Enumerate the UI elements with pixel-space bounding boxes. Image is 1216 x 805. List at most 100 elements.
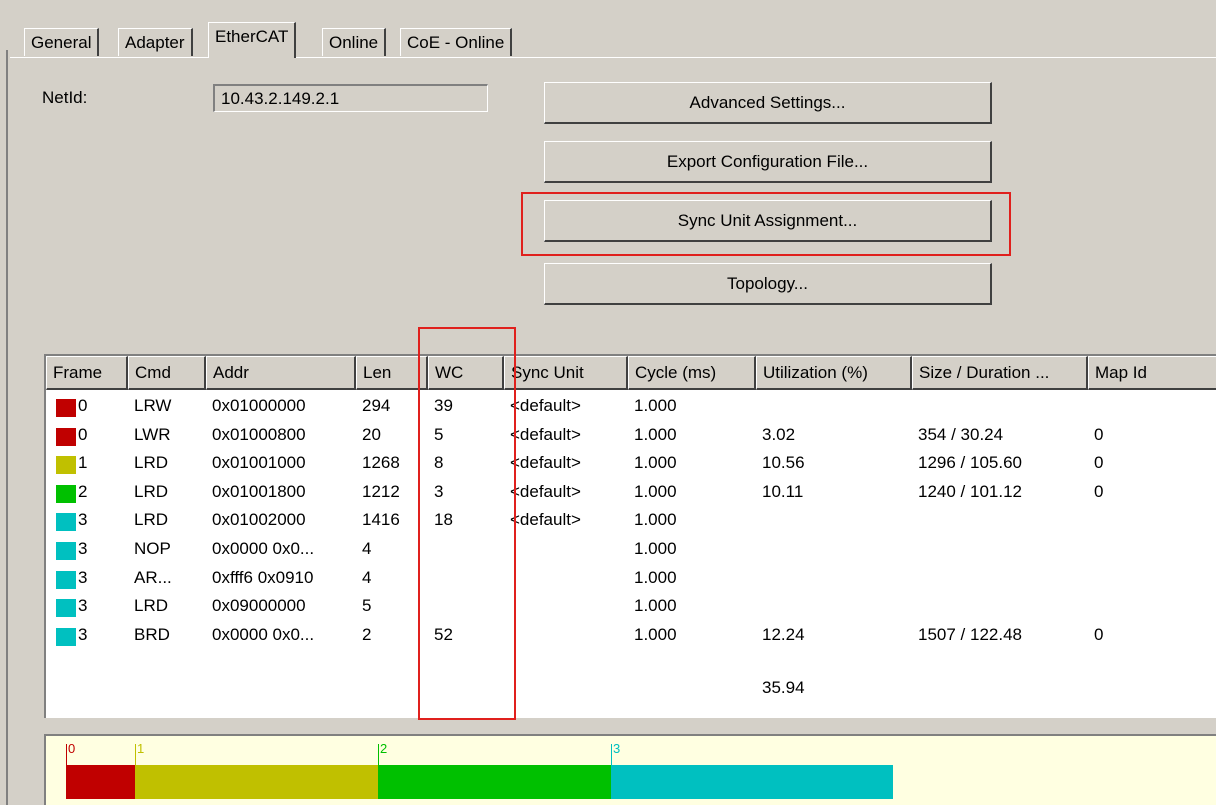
export-configuration-button[interactable]: Export Configuration File... bbox=[544, 141, 992, 183]
column-header-cycle[interactable]: Cycle (ms) bbox=[628, 356, 756, 390]
cell-cmd: LWR bbox=[134, 424, 171, 444]
cell-frame: 0 bbox=[46, 421, 128, 449]
cell-len: 4 bbox=[362, 539, 372, 558]
cell-frame: 0 bbox=[46, 392, 128, 420]
cell-utilization: 3.02 bbox=[762, 424, 796, 444]
column-header-wc[interactable]: WC bbox=[428, 356, 504, 390]
cell-cycle: 1.000 bbox=[634, 596, 677, 616]
column-header-len[interactable]: Len bbox=[356, 356, 428, 390]
cell-sync-unit: <default> bbox=[510, 481, 581, 501]
cell-size-duration bbox=[912, 506, 1088, 534]
frame-utilization-bar: 0 1 2 3 bbox=[44, 734, 1216, 805]
column-header-utilization[interactable]: Utilization (%) bbox=[756, 356, 912, 390]
cell-frame: 3 bbox=[46, 564, 128, 592]
cell-sync-unit: <default> bbox=[510, 453, 581, 473]
tab-ethercat[interactable]: EtherCAT bbox=[208, 22, 297, 58]
frame-bar-segment bbox=[611, 765, 893, 799]
table-row[interactable]: 3 LRD 0x01002000 1416 18 <default> 1.000 bbox=[46, 506, 1216, 534]
cell-frame: 3 bbox=[46, 592, 128, 620]
cell-map-id bbox=[1088, 392, 1216, 420]
cell-cycle: 1.000 bbox=[634, 510, 677, 530]
cell-addr: 0x01001000 bbox=[212, 453, 306, 473]
cell-wc bbox=[428, 564, 504, 592]
table-row[interactable]: 3 AR... 0xfff6 0x0910 4 1.000 bbox=[46, 564, 1216, 592]
cell-len: 4 bbox=[362, 567, 372, 587]
cell-map-id: 0 bbox=[1094, 481, 1104, 501]
cell-len: 1268 bbox=[362, 453, 400, 473]
column-header-size-duration[interactable]: Size / Duration ... bbox=[912, 356, 1088, 390]
cell-cycle: 1.000 bbox=[634, 624, 677, 644]
cell-size-duration: 1296 / 105.60 bbox=[918, 453, 1022, 473]
cell-map-id: 0 bbox=[1094, 453, 1104, 473]
cell-size-duration bbox=[912, 535, 1088, 563]
cell-frame: 2 bbox=[46, 478, 128, 506]
frame-bar-segment bbox=[135, 765, 378, 799]
table-row[interactable]: 3 BRD 0x0000 0x0... 2 52 1.000 12.24 1507 / 122… bbox=[46, 621, 1216, 649]
frame-bar-label: 2 bbox=[380, 741, 388, 756]
cell-sync-unit bbox=[504, 564, 628, 592]
table-row[interactable]: 3 LRD 0x09000000 5 1.000 bbox=[46, 592, 1216, 620]
frame-bar-label: 1 bbox=[137, 741, 145, 756]
cell-addr: 0x01000000 bbox=[212, 396, 306, 415]
column-header-cmd[interactable]: Cmd bbox=[128, 356, 206, 390]
cell-wc: 8 bbox=[434, 453, 444, 473]
cell-cycle: 1.000 bbox=[634, 539, 677, 558]
cell-map-id: 0 bbox=[1094, 624, 1104, 644]
cell-size-duration bbox=[912, 592, 1088, 620]
list-header: Frame Cmd Addr Len WC Sync Unit Cycle (m… bbox=[46, 356, 1216, 390]
cell-utilization bbox=[756, 392, 912, 420]
sync-unit-assignment-button[interactable]: Sync Unit Assignment... bbox=[544, 200, 992, 242]
frame-number: 3 bbox=[78, 510, 88, 530]
cell-sync-unit: <default> bbox=[510, 424, 581, 444]
cell-frame: 3 bbox=[46, 506, 128, 534]
cell-size-duration bbox=[912, 564, 1088, 592]
cell-len: 294 bbox=[362, 396, 391, 415]
frame-color-swatch bbox=[56, 456, 76, 475]
frame-number: 2 bbox=[78, 481, 88, 501]
column-header-frame[interactable]: Frame bbox=[46, 356, 128, 390]
cell-addr: 0x09000000 bbox=[212, 596, 306, 616]
cell-addr: 0xfff6 0x0910 bbox=[212, 567, 314, 587]
table-row[interactable]: 1 LRD 0x01001000 1268 8 <default> 1.000 10.56 12… bbox=[46, 449, 1216, 477]
frame-color-swatch bbox=[56, 427, 76, 446]
cell-cycle: 1.000 bbox=[634, 396, 677, 415]
tab-general[interactable]: General bbox=[24, 28, 100, 56]
frame-bar-segment bbox=[378, 765, 611, 799]
cell-utilization bbox=[756, 506, 912, 534]
frame-number: 0 bbox=[78, 424, 88, 444]
cell-map-id bbox=[1088, 535, 1216, 563]
cell-wc: 18 bbox=[434, 510, 453, 530]
column-header-addr[interactable]: Addr bbox=[206, 356, 356, 390]
frame-number: 1 bbox=[78, 453, 88, 473]
cell-wc: 5 bbox=[434, 424, 444, 444]
cell-cmd: LRD bbox=[134, 481, 169, 501]
cell-wc bbox=[428, 535, 504, 563]
cell-wc: 39 bbox=[434, 396, 453, 415]
tab-online[interactable]: Online bbox=[322, 28, 387, 56]
cell-cycle: 1.000 bbox=[634, 481, 677, 501]
cell-len: 20 bbox=[362, 424, 381, 444]
table-row[interactable]: 2 LRD 0x01001800 1212 3 <default> 1.000 10.11 12… bbox=[46, 478, 1216, 506]
cell-cmd: LRD bbox=[134, 453, 169, 473]
frame-number: 3 bbox=[78, 624, 88, 644]
advanced-settings-button[interactable]: Advanced Settings... bbox=[544, 82, 992, 124]
table-row[interactable]: 0 LWR 0x01000800 20 5 <default> 1.000 3.02 354 /… bbox=[46, 421, 1216, 449]
cell-len: 5 bbox=[362, 596, 372, 616]
column-header-map-id[interactable]: Map Id bbox=[1088, 356, 1216, 390]
topology-button[interactable]: Topology... bbox=[544, 263, 992, 305]
cell-len: 2 bbox=[362, 624, 372, 644]
cell-cmd: LRD bbox=[134, 596, 169, 616]
frame-color-swatch bbox=[56, 399, 76, 417]
frame-color-swatch bbox=[56, 484, 76, 503]
frame-color-swatch bbox=[56, 627, 76, 646]
tab-coe-online[interactable]: CoE - Online bbox=[400, 28, 513, 56]
tab-adapter[interactable]: Adapter bbox=[118, 28, 193, 56]
column-header-sync-unit[interactable]: Sync Unit bbox=[504, 356, 628, 390]
cell-wc bbox=[428, 592, 504, 620]
table-row[interactable]: 0 LRW 0x01000000 294 39 <default> 1.000 bbox=[46, 392, 1216, 420]
frame-list[interactable]: Frame Cmd Addr Len WC Sync Unit Cycle (m… bbox=[44, 354, 1216, 718]
frame-number: 3 bbox=[78, 539, 88, 558]
table-row[interactable]: 3 NOP 0x0000 0x0... 4 1.000 bbox=[46, 535, 1216, 563]
cell-cycle: 1.000 bbox=[634, 567, 677, 587]
cell-frame: 3 bbox=[46, 535, 128, 563]
